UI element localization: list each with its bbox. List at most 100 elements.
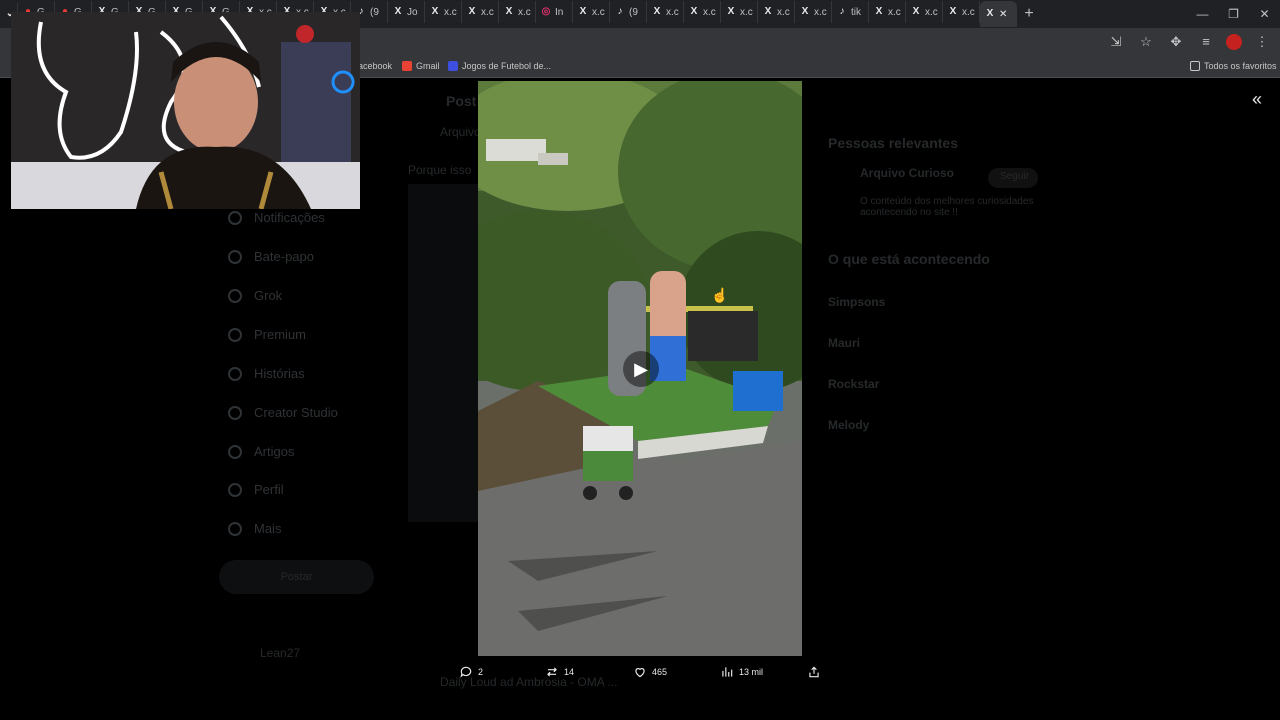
profile-avatar[interactable]	[1226, 34, 1242, 50]
browser-tab[interactable]: Xx.c	[684, 1, 721, 23]
x-icon: X	[986, 8, 994, 19]
tab-label: x.c	[888, 6, 901, 18]
browser-tab[interactable]: Xx.c	[647, 1, 684, 23]
trend-item: Melody	[828, 418, 870, 432]
sidebar-item-label: Notificações	[254, 210, 325, 225]
x-icon: X	[653, 6, 661, 17]
tiktok-icon: ♪	[617, 6, 623, 17]
sidebar-item-premium: Premium	[228, 327, 306, 342]
close-window-icon[interactable]: ✕	[1249, 0, 1280, 28]
tab-label: x.c	[518, 6, 531, 18]
post-actions-bar: 2 14 465 13 mil	[0, 663, 1280, 683]
browser-tab[interactable]: Xx.c	[499, 1, 536, 23]
sidebar-item-articles: Artigos	[228, 444, 294, 459]
like-button[interactable]: 465	[633, 665, 667, 679]
post-text: Porque isso	[408, 163, 472, 177]
bookmark-label: Todos os favoritos	[1204, 61, 1277, 71]
browser-tab[interactable]: X Jo	[388, 1, 425, 23]
sidebar-item-label: Bate-papo	[254, 249, 314, 264]
account-name: Lean27	[260, 646, 301, 660]
play-icon: ▶	[634, 358, 648, 379]
relevant-name: Arquivo Curioso	[860, 166, 955, 180]
x-icon: X	[727, 6, 735, 17]
browser-tab[interactable]: Xx.c	[425, 1, 462, 23]
play-button[interactable]: ▶	[623, 351, 659, 387]
extensions-icon[interactable]: ✥	[1166, 32, 1186, 52]
bookmark-icon	[228, 366, 242, 381]
tab-label: x.c	[777, 6, 790, 18]
sidebar-item-grok: Grok	[228, 288, 282, 303]
browser-tab[interactable]: ◎ In	[536, 1, 573, 23]
x-icon: X	[690, 6, 698, 17]
restore-icon[interactable]: ❐	[1218, 0, 1249, 28]
webcam-frame	[11, 12, 360, 209]
webcam-overlay	[11, 12, 360, 209]
bookmark-jogos[interactable]: Jogos de Futebol de...	[448, 61, 551, 71]
tab-label: x.c	[592, 6, 605, 18]
trend-item: Mauri	[828, 336, 861, 350]
window-controls: — ❐ ✕	[1187, 0, 1280, 28]
more-icon	[228, 521, 242, 536]
sidebar-item-label: Perfil	[254, 482, 284, 497]
views-chart-icon	[722, 667, 733, 677]
bookmark-all-favorites[interactable]: Todos os favoritos	[1190, 61, 1277, 71]
person-icon	[228, 482, 242, 497]
premium-icon	[228, 327, 242, 342]
gmail-icon	[402, 61, 412, 71]
install-app-icon[interactable]: ⇲	[1106, 32, 1126, 52]
close-tab-icon[interactable]: ✕	[999, 9, 1007, 20]
minimize-icon[interactable]: —	[1187, 0, 1218, 28]
sidebar-item-label: Artigos	[254, 444, 295, 459]
chat-icon	[228, 249, 242, 264]
tab-label: tik	[851, 6, 861, 18]
browser-tab[interactable]: ♪ (9	[610, 1, 647, 23]
x-icon: X	[431, 6, 439, 17]
repost-button[interactable]: 14	[545, 665, 574, 679]
instagram-icon: ◎	[541, 6, 551, 17]
sidebar-item-history: Histórias	[228, 366, 305, 381]
browser-tab[interactable]: Xx.c	[721, 1, 758, 23]
tab-label: Jo	[407, 6, 418, 18]
sidebar-item-label: Mais	[254, 521, 282, 536]
menu-kebab-icon[interactable]: ⋮	[1252, 32, 1272, 52]
sidebar-item-notifications: Notificações	[228, 210, 325, 225]
sidebar-item-more: Mais	[228, 521, 281, 536]
browser-tab[interactable]: Xx.c	[869, 1, 906, 23]
sidebar-item-creator-studio: Creator Studio	[228, 405, 338, 420]
x-icon: X	[764, 6, 772, 17]
collapse-panel-icon[interactable]: «	[1252, 90, 1262, 108]
bookmark-label: Gmail	[416, 61, 440, 71]
repost-count: 14	[564, 667, 575, 677]
bookmark-gmail[interactable]: Gmail	[402, 61, 440, 71]
tab-label: x.c	[703, 6, 716, 18]
sidebar-item-profile: Perfil	[228, 482, 284, 497]
browser-tab[interactable]: Xx.c	[943, 1, 980, 23]
sidebar-item-label: Grok	[254, 288, 283, 303]
new-tab-button[interactable]: +	[1017, 5, 1041, 23]
tab-label: In	[555, 6, 564, 18]
x-icon: X	[875, 6, 883, 17]
tab-label: (9	[370, 6, 379, 18]
post-button: Postar	[219, 560, 374, 594]
browser-tab[interactable]: Xx.c	[462, 1, 499, 23]
sidebar-item-chat: Bate-papo	[228, 249, 314, 264]
bookmark-star-icon[interactable]: ☆	[1136, 32, 1156, 52]
reading-list-icon[interactable]: ≡	[1196, 32, 1216, 52]
folder-icon	[1190, 61, 1200, 71]
bookmark-facebook[interactable]: acebook	[358, 61, 392, 71]
browser-tab[interactable]: Xx.c	[795, 1, 832, 23]
share-button[interactable]	[807, 665, 821, 679]
sidebar-item-label: Premium	[254, 327, 307, 342]
browser-tab[interactable]: Xx.c	[573, 1, 610, 23]
post-media-placeholder	[408, 184, 478, 522]
trend-item: Rockstar	[828, 377, 880, 391]
reply-button[interactable]: 2	[459, 665, 483, 679]
browser-tab-active[interactable]: X ✕	[980, 1, 1017, 27]
browser-tab[interactable]: Xx.c	[906, 1, 943, 23]
browser-tab[interactable]: ♪ tik	[832, 1, 869, 23]
x-icon: X	[468, 6, 476, 17]
follow-label: Seguir	[1000, 171, 1029, 182]
browser-tab[interactable]: Xx.c	[758, 1, 795, 23]
whats-happening-title: O que está acontecendo	[828, 251, 990, 267]
views-button[interactable]: 13 mil	[720, 665, 763, 679]
